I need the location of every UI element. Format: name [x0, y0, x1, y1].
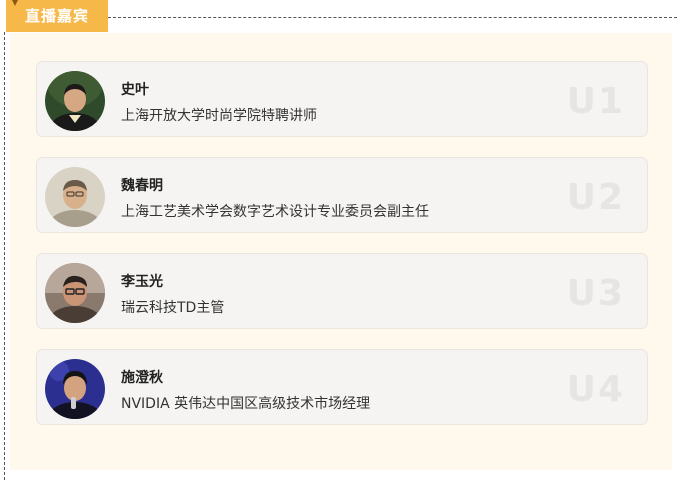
- guest-card: 李玉光 瑞云科技TD主管 U3: [36, 253, 648, 329]
- guest-index-mark: U3: [566, 273, 625, 314]
- frame-top-border: [108, 17, 677, 18]
- guest-role: 瑞云科技TD主管: [121, 300, 225, 316]
- guest-index-mark: U4: [566, 369, 625, 410]
- guest-index-mark: U2: [566, 177, 625, 218]
- guest-card: 魏春明 上海工艺美术学会数字艺术设计专业委员会副主任 U2: [36, 157, 648, 233]
- title-notch-icon: [12, 0, 18, 6]
- guest-card: 施澄秋 NVIDIA 英伟达中国区高级技术市场经理 U4: [36, 349, 648, 425]
- person-portrait-icon: [45, 167, 105, 227]
- section-title: 直播嘉宾: [6, 0, 108, 32]
- guest-card: 史叶 上海开放大学时尚学院特聘讲师 U1: [36, 61, 648, 137]
- frame-left-border: [4, 32, 5, 480]
- guest-role: NVIDIA 英伟达中国区高级技术市场经理: [121, 396, 371, 412]
- guest-name: 施澄秋: [121, 370, 163, 386]
- guest-name: 李玉光: [121, 274, 163, 290]
- person-portrait-icon: [45, 263, 105, 323]
- guest-name: 史叶: [121, 82, 149, 98]
- guest-role: 上海工艺美术学会数字艺术设计专业委员会副主任: [121, 204, 429, 220]
- avatar: [45, 359, 105, 419]
- guest-name: 魏春明: [121, 178, 163, 194]
- guest-index-mark: U1: [566, 81, 625, 122]
- person-portrait-icon: [45, 359, 105, 419]
- avatar: [45, 71, 105, 131]
- avatar: [45, 263, 105, 323]
- person-portrait-icon: [45, 71, 105, 131]
- avatar: [45, 167, 105, 227]
- guest-role: 上海开放大学时尚学院特聘讲师: [121, 108, 317, 124]
